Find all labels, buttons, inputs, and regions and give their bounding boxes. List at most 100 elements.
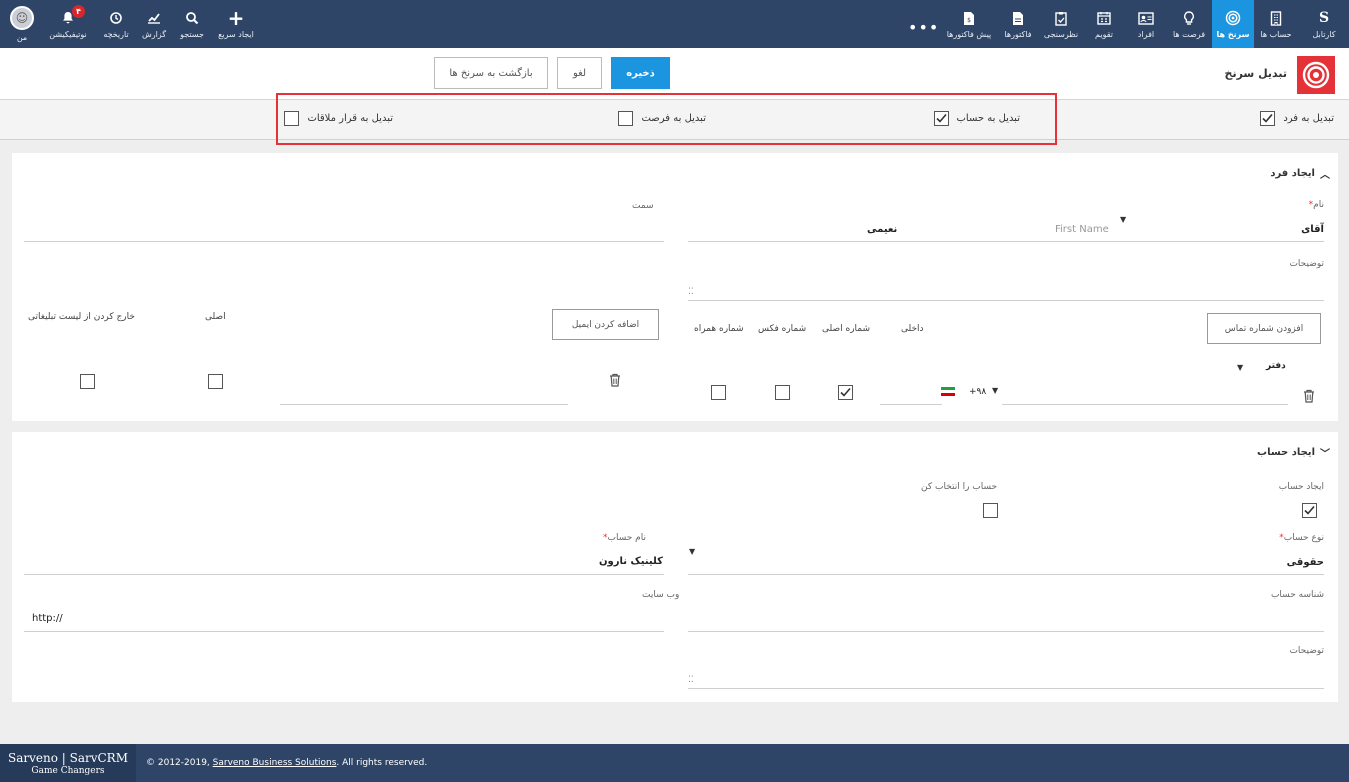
nav-calendar-label: تقویم bbox=[1095, 30, 1113, 39]
nav-profile[interactable]: ☺ من bbox=[6, 0, 38, 48]
delete-phone-icon[interactable] bbox=[1303, 389, 1315, 407]
email-input[interactable] bbox=[280, 404, 568, 405]
nav-invoices-label: فاکتورها bbox=[1004, 30, 1032, 39]
resize-handle-icon[interactable]: ⁚⁚ bbox=[688, 675, 694, 685]
email-exclude-checkbox[interactable] bbox=[80, 374, 95, 389]
nav-people-label: افراد bbox=[1137, 30, 1155, 39]
nav-quotes[interactable]: $ پیش فاکتورها bbox=[942, 0, 996, 48]
nav-invoices[interactable]: فاکتورها bbox=[1000, 0, 1036, 48]
highlight-annotation bbox=[276, 93, 1057, 145]
country-code-value[interactable]: +۹۸ bbox=[969, 387, 986, 397]
history-icon bbox=[109, 9, 123, 27]
email-exclude-header: خارج کردن از لیست تبلیغاتی bbox=[28, 312, 135, 322]
cancel-button[interactable]: لغو bbox=[557, 57, 602, 89]
account-type-underline bbox=[688, 574, 1324, 575]
delete-email-icon[interactable] bbox=[609, 373, 621, 391]
create-account-section-header[interactable]: ایجاد حساب ﹀ bbox=[1257, 445, 1330, 460]
avatar: ☺ bbox=[10, 6, 34, 30]
back-to-leads-button[interactable]: بازگشت به سرنخ ها bbox=[434, 57, 548, 89]
contact-card-icon bbox=[1138, 9, 1154, 27]
target-icon bbox=[1225, 9, 1241, 27]
phone-mobile-header: شماره همراه bbox=[694, 324, 744, 334]
nav-people[interactable]: افراد bbox=[1128, 0, 1164, 48]
person-description-label: توضیحات bbox=[1289, 259, 1324, 269]
convert-to-person-checkbox[interactable] bbox=[1260, 111, 1276, 126]
page-title: تبدیل سرنخ bbox=[1224, 67, 1287, 80]
salutation-dropdown-icon[interactable]: ▼ bbox=[1120, 215, 1126, 224]
account-name-input[interactable]: کلینیک نارون bbox=[599, 556, 663, 567]
add-email-button[interactable]: اضافه کردن ایمیل bbox=[552, 309, 659, 340]
phone-primary-checkbox[interactable] bbox=[838, 385, 853, 400]
create-person-panel: ایجاد فرد ︿ *نام آقای ▼ First Name نعیمی… bbox=[12, 153, 1338, 421]
country-code-dropdown-icon[interactable]: ▼ bbox=[992, 386, 998, 395]
footer-brand: Sarveno | SarvCRM Game Changers bbox=[0, 744, 136, 782]
nav-search-label: جستجو bbox=[180, 30, 204, 39]
quote-icon: $ bbox=[963, 9, 975, 27]
nav-reports[interactable]: گزارش bbox=[138, 0, 170, 48]
nav-opportunities-label: فرصت ها bbox=[1172, 30, 1206, 39]
select-account-checkbox[interactable] bbox=[983, 503, 998, 518]
nav-quick-create[interactable]: + ایجاد سریع bbox=[214, 0, 258, 48]
position-input[interactable] bbox=[24, 241, 664, 242]
phone-extension-input[interactable] bbox=[880, 404, 942, 405]
account-id-input[interactable] bbox=[688, 631, 1324, 632]
phone-type-value[interactable]: دفتر bbox=[1266, 361, 1286, 371]
account-type-label: *نوع حساب bbox=[1279, 533, 1324, 543]
top-navigation: ☺ من نوتیفیکیشن ۴ تاریخچه گزارش جستجو + … bbox=[0, 0, 1349, 48]
save-button[interactable]: ذخیره bbox=[611, 57, 670, 89]
account-type-value[interactable]: حقوقی bbox=[1287, 557, 1324, 568]
last-name-input[interactable]: نعیمی bbox=[867, 224, 897, 235]
salutation-value[interactable]: آقای bbox=[1301, 224, 1324, 235]
nav-quick-create-label: ایجاد سریع bbox=[218, 30, 254, 39]
phone-fax-header: شماره فکس bbox=[758, 324, 807, 334]
create-person-title: ایجاد فرد bbox=[1270, 168, 1315, 179]
first-name-input[interactable]: First Name bbox=[1055, 224, 1109, 235]
chevron-down-icon: ﹀ bbox=[1320, 449, 1330, 460]
name-label: *نام bbox=[1308, 200, 1324, 210]
phone-mobile-checkbox[interactable] bbox=[711, 385, 726, 400]
nav-accounts-label: حساب ها bbox=[1260, 30, 1292, 39]
nav-history[interactable]: تاریخچه bbox=[98, 0, 134, 48]
account-name-underline bbox=[24, 574, 664, 575]
footer: Sarveno | SarvCRM Game Changers © 2012-2… bbox=[0, 744, 1349, 782]
create-account-checkbox[interactable] bbox=[1302, 503, 1317, 518]
more-menu-icon[interactable]: ••• bbox=[908, 18, 939, 37]
nav-notifications-label: نوتیفیکیشن bbox=[49, 30, 87, 39]
nav-dashboard[interactable]: S کارتابل bbox=[1304, 0, 1344, 48]
convert-to-person-option[interactable]: تبدیل به فرد bbox=[1260, 111, 1334, 126]
chevron-up-icon: ︿ bbox=[1320, 170, 1330, 181]
nav-search[interactable]: جستجو bbox=[174, 0, 210, 48]
lightbulb-icon bbox=[1183, 9, 1195, 27]
create-person-section-header[interactable]: ایجاد فرد ︿ bbox=[1270, 166, 1330, 181]
phone-type-dropdown-icon[interactable]: ▼ bbox=[1237, 363, 1243, 372]
nav-surveys[interactable]: نظرسنجی bbox=[1040, 0, 1082, 48]
nav-accounts[interactable]: حساب ها bbox=[1256, 0, 1296, 48]
phone-fax-checkbox[interactable] bbox=[775, 385, 790, 400]
nav-opportunities[interactable]: فرصت ها bbox=[1168, 0, 1210, 48]
add-phone-button[interactable]: افزودن شماره تماس bbox=[1207, 313, 1321, 344]
create-account-label: ایجاد حساب bbox=[1278, 482, 1324, 492]
website-input[interactable]: http:// bbox=[32, 613, 63, 624]
person-description-input[interactable] bbox=[688, 300, 1324, 301]
create-account-title: ایجاد حساب bbox=[1257, 447, 1315, 458]
select-account-label: حساب را انتخاب کن bbox=[921, 482, 998, 492]
nav-leads[interactable]: سرنخ ها bbox=[1212, 0, 1254, 48]
nav-history-label: تاریخچه bbox=[103, 30, 129, 39]
resize-handle-icon[interactable]: ⁚⁚ bbox=[688, 287, 694, 297]
account-id-label: شناسه حساب bbox=[1270, 590, 1324, 600]
account-description-input[interactable] bbox=[688, 688, 1324, 689]
clipboard-icon bbox=[1055, 9, 1067, 27]
account-name-label: *نام حساب bbox=[603, 533, 646, 543]
nav-notifications[interactable]: نوتیفیکیشن bbox=[44, 0, 92, 48]
footer-tagline: Game Changers bbox=[31, 765, 105, 776]
email-primary-checkbox[interactable] bbox=[208, 374, 223, 389]
nav-calendar[interactable]: تقویم bbox=[1086, 0, 1122, 48]
invoice-icon bbox=[1012, 9, 1024, 27]
phone-number-input[interactable] bbox=[1002, 404, 1288, 405]
calendar-icon bbox=[1097, 9, 1111, 27]
account-type-dropdown-icon[interactable]: ▼ bbox=[689, 547, 695, 556]
nav-surveys-label: نظرسنجی bbox=[1043, 30, 1079, 39]
footer-copyright: © 2012-2019, Sarveno Business Solutions.… bbox=[146, 758, 427, 768]
company-link[interactable]: Sarveno Business Solutions bbox=[213, 758, 337, 768]
copyright-prefix: © 2012-2019, bbox=[146, 758, 213, 768]
